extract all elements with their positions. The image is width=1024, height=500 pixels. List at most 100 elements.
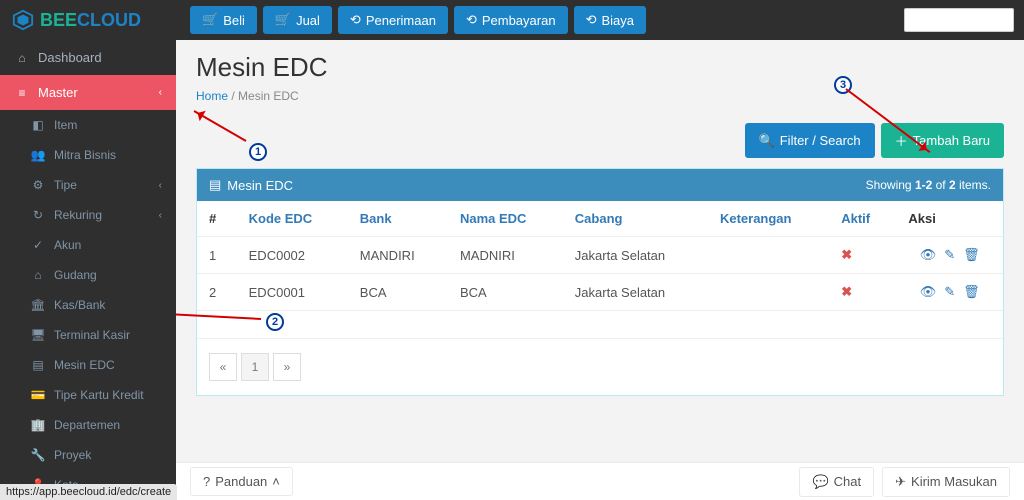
nav-beli-button[interactable]: 🛒Beli [190,6,257,34]
sidebar-sub-kasbank[interactable]: 🏛 Kas/Bank [0,290,176,320]
cart-icon: 🛒 [275,12,291,28]
cell-ket [708,274,829,311]
nav-penerimaan-button[interactable]: ⟲ Penerimaan [338,6,448,34]
sidebar-sub-rekuring[interactable]: ↻Rekuring‹ [0,200,176,230]
filter-label: Filter / Search [780,133,861,148]
annotation-marker-1: 1 [249,143,267,161]
chat-button[interactable]: 💬Chat [799,467,874,497]
pager-next[interactable]: » [273,353,301,381]
refresh-icon: ↻ [30,208,46,222]
nav-penerimaan-label: Penerimaan [366,13,436,28]
sub-tipekartu-label: Tipe Kartu Kredit [54,388,144,402]
sidebar-sub-proyek[interactable]: 🔧Proyek [0,440,176,470]
view-icon[interactable]: 👁 [920,284,937,300]
nav-pembayaran-button[interactable]: ⟲Pembayaran [454,6,568,34]
kirim-button[interactable]: ✈Kirim Masukan [882,467,1010,497]
col-ket[interactable]: Keterangan [720,211,792,226]
panduan-button[interactable]: ?Panduan ˄ [190,467,293,496]
page-title: Mesin EDC [196,52,1004,83]
search-input[interactable] [904,8,1014,32]
main-content: Mesin EDC Home / Mesin EDC 🔍Filter / Sea… [176,40,1024,500]
sidebar-sub-tipekartu[interactable]: 💳 Tipe Kartu Kredit [0,380,176,410]
sidebar-sub-gudang[interactable]: ⌂Gudang [0,260,176,290]
delete-icon[interactable]: 🗑 [963,247,980,263]
desktop-icon: 🖥 [30,328,46,342]
sub-proyek-label: Proyek [54,448,91,462]
sidebar-sub-akun[interactable]: ✓ Akun [0,230,176,260]
sub-item-label: Item [54,118,77,132]
receipt-icon: ⟲ [350,12,361,28]
nav-buttons: 🛒Beli 🛒Jual ⟲Penerimaan ⟲Pembayaran ⟲Bia… [190,6,646,34]
sidebar-item-master[interactable]: ≡Master‹ [0,75,176,110]
table-row: 1 EDC0002 MANDIRI MADNIRI Jakarta Selata… [197,237,1003,274]
annotation-marker-2: 2 [266,313,284,331]
cube-icon: ◧ [30,118,46,132]
brand-logo[interactable]: BEECLOUD [0,0,176,40]
cell-kode: EDC0002 [237,237,348,274]
cell-cabang: Jakarta Selatan [563,237,708,274]
users-icon: 👥 [30,148,46,162]
cart-icon: 🛒 [202,12,218,28]
cell-cabang: Jakarta Selatan [563,274,708,311]
filter-search-button[interactable]: 🔍Filter / Search [745,123,875,158]
col-cabang[interactable]: Cabang [575,211,623,226]
cell-num: 1 [197,237,237,274]
sub-gudang-label: Gudang [54,268,97,282]
brand-bee: BEE [40,10,77,30]
sidebar-sub-item[interactable]: ◧ Item [0,110,176,140]
footer-bar: ?Panduan ˄ 💬Chat ✈Kirim Masukan [176,462,1024,500]
sidebar-item-dashboard[interactable]: ⌂Dashboard [0,40,176,75]
col-kode[interactable]: Kode EDC [249,211,313,226]
cell-bank: BCA [348,274,448,311]
sub-departemen-label: Departemen [54,418,120,432]
sidebar: ⌂Dashboard ≡Master‹ ◧Item 👥Mitra Bisnis … [0,40,176,500]
chat-icon: 💬 [812,474,828,490]
col-bank[interactable]: Bank [360,211,392,226]
sidebar-sub-mitra[interactable]: 👥 Mitra Bisnis [0,140,176,170]
col-nama[interactable]: Nama EDC [460,211,526,226]
pager: « 1 » [197,339,1003,395]
sidebar-sub-mesinedc[interactable]: ▤Mesin EDC [0,350,176,380]
sitemap-icon: ⚙ [30,178,46,192]
help-icon: ? [203,474,210,489]
sidebar-dashboard-label: Dashboard [38,50,102,65]
cell-nama: MADNIRI [448,237,563,274]
cost-icon: ⟲ [586,12,597,28]
sidebar-sub-tipe[interactable]: ⚙Tipe‹ [0,170,176,200]
sidebar-sub-terminal[interactable]: 🖥 Terminal Kasir [0,320,176,350]
breadcrumb: Home / Mesin EDC [196,89,1004,103]
sub-mitra-label: Mitra Bisnis [54,148,116,162]
panel-title: Mesin EDC [227,178,293,193]
col-aktif[interactable]: Aktif [841,211,870,226]
inactive-icon: ✖ [841,247,852,262]
sidebar-sub-departemen[interactable]: 🏢Departemen [0,410,176,440]
panel-summary: Showing 1-2 of 2 items. [866,178,991,192]
pager-page[interactable]: 1 [241,353,269,381]
edit-icon[interactable]: ✎ [944,247,955,263]
credit-card-icon: 💳 [30,388,46,402]
database-icon: ≡ [14,86,30,100]
sub-terminal-label: Terminal Kasir [54,328,130,342]
nav-biaya-button[interactable]: ⟲Biaya [574,6,646,34]
table-row: 2 EDC0001 BCA BCA Jakarta Selatan ✖ 👁✎🗑 [197,274,1003,311]
view-icon[interactable]: 👁 [920,247,937,263]
cell-kode: EDC0001 [237,274,348,311]
status-bar-url: https://app.beecloud.id/edc/create [0,484,177,500]
edit-icon[interactable]: ✎ [944,284,955,300]
sub-akun-label: Akun [54,238,81,252]
nav-jual-button[interactable]: 🛒Jual [263,6,332,34]
nav-search [904,8,1014,32]
delete-icon[interactable]: 🗑 [963,284,980,300]
data-panel: ▤Mesin EDC Showing 1-2 of 2 items. # Kod… [196,168,1004,396]
bank-icon: 🏛 [30,298,46,312]
check-icon: ✓ [30,238,46,252]
breadcrumb-current: Mesin EDC [238,89,299,103]
col-aksi: Aksi [896,201,1003,237]
brand-cloud: CLOUD [77,10,141,30]
sub-kasbank-label: Kas/Bank [54,298,105,312]
breadcrumb-home[interactable]: Home [196,89,228,103]
chevron-up-icon: ˄ [272,474,280,489]
inactive-icon: ✖ [841,284,852,299]
pager-prev[interactable]: « [209,353,237,381]
nav-pembayaran-label: Pembayaran [482,13,556,28]
